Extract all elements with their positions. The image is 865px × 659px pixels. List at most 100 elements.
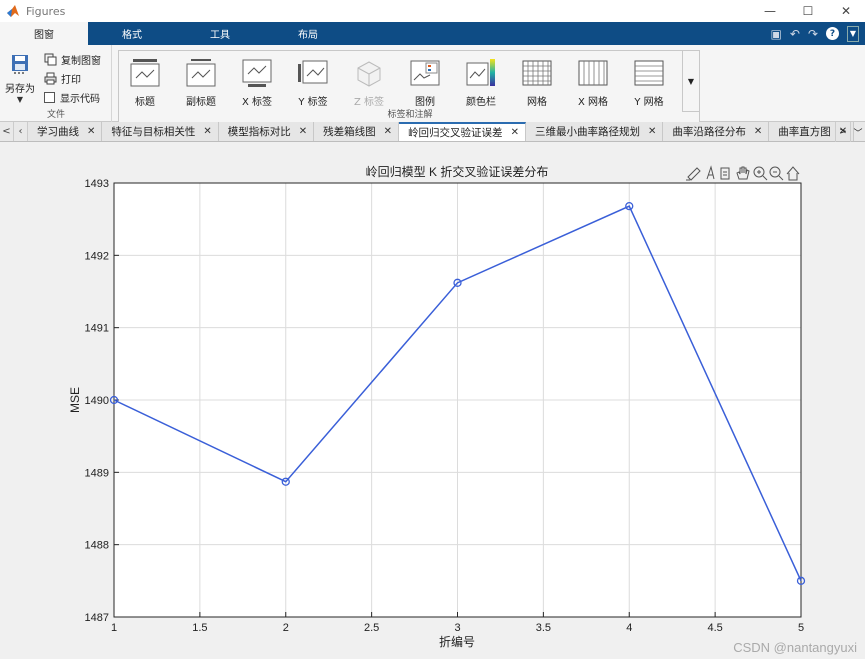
copy-icon — [44, 53, 57, 65]
y-tick-label: 1491 — [85, 323, 109, 335]
legend-button[interactable]: 图例 — [399, 55, 451, 108]
legend-button-label: 图例 — [415, 97, 435, 108]
x-tick-label: 1 — [111, 622, 117, 634]
figure-tab[interactable]: 曲率沿路径分布 ✕ — [663, 122, 770, 141]
tab-scroll-right-icon[interactable]: > — [835, 122, 850, 142]
chevron-down-icon: ▼ — [16, 95, 24, 104]
print-button[interactable]: 打印 — [44, 70, 81, 86]
figure-canvas: 1 1.5 2 2.5 3 3.5 4 4.5 5 1487 1488 1489 1490 1491 149… — [0, 143, 865, 659]
window-title: Figures — [26, 4, 66, 18]
figure-tab[interactable]: 特征与目标相关性 ✕ — [102, 122, 219, 141]
file-group-label: 文件 — [46, 110, 65, 120]
annotation-group: 标题 副标题 X 标签 Y 标签 Z 标签 图例 颜色栏 网格 X 网格 Y 网… — [118, 50, 700, 122]
ylabel-button[interactable]: Y 标签 — [287, 55, 339, 108]
x-tick-label: 3.5 — [536, 622, 551, 634]
save-as-icon — [12, 55, 28, 74]
copy-figure-label: 复制图窗 — [61, 55, 101, 67]
print-icon — [44, 72, 57, 84]
brush-icon[interactable] — [686, 167, 701, 181]
close-icon[interactable]: ✕ — [384, 126, 392, 137]
show-code-check[interactable] — [44, 91, 55, 103]
x-tick-label: 4 — [626, 622, 632, 634]
y-tick-label: 1492 — [85, 250, 109, 262]
close-icon[interactable]: ✕ — [203, 126, 211, 137]
grid-button[interactable]: 网格 — [511, 55, 563, 108]
figure-tab[interactable]: 残差箱线图 ✕ — [314, 122, 400, 141]
zoom-out-icon[interactable] — [769, 166, 784, 181]
close-icon[interactable]: ✕ — [511, 127, 519, 138]
maximize-button[interactable]: ☐ — [789, 0, 827, 22]
colorbar-button-label: 颜色栏 — [466, 97, 496, 108]
annotation-more-button[interactable]: ▼ — [682, 50, 700, 112]
zoom-in-icon[interactable] — [753, 166, 768, 181]
close-button[interactable]: ✕ — [827, 0, 865, 22]
figure-tab-label: 曲率沿路径分布 — [672, 126, 746, 138]
redo-icon[interactable]: ↷ — [808, 27, 818, 41]
subtitle-icon — [186, 59, 216, 87]
edit-plot-icon[interactable] — [720, 167, 730, 180]
close-icon[interactable]: ✕ — [299, 126, 307, 137]
figures-window: Figures — ☐ ✕ 图窗 格式 工具 布局 ▣ ↶ ↷ ? ▼ 另存为 … — [0, 0, 865, 659]
y-tick-label: 1489 — [85, 467, 109, 479]
x-tick-label: 1.5 — [192, 622, 207, 634]
home-icon[interactable] — [786, 166, 800, 181]
title-icon — [130, 59, 160, 87]
ylabel-button-label: Y 标签 — [298, 97, 328, 108]
undo-icon[interactable]: ↶ — [790, 27, 800, 41]
save-as-button[interactable]: 另存为 ▼ — [3, 51, 37, 104]
ribbon: 另存为 ▼ 复制图窗 打印 显示代码 文件 标题 副标题 X 标签 Y 标签 Z… — [0, 45, 865, 122]
x-tick-label: 4.5 — [707, 622, 722, 634]
ygrid-button-label: Y 网格 — [634, 97, 664, 108]
tab-list-dropdown-icon[interactable]: ﹀ — [850, 122, 865, 142]
title-button[interactable]: 标题 — [119, 55, 171, 108]
tab-figure[interactable]: 图窗 — [0, 22, 88, 45]
xgrid-icon — [578, 60, 608, 86]
figure-tab-list: 学习曲线 ✕ 特征与目标相关性 ✕ 模型指标对比 ✕ 残差箱线图 ✕ 岭回归交叉验证误差… — [28, 122, 855, 141]
tab-scroll-left-icon[interactable]: < — [0, 122, 14, 141]
x-tick-label: 5 — [798, 622, 804, 634]
matlab-logo-icon — [7, 5, 19, 17]
close-icon[interactable]: ✕ — [754, 126, 762, 137]
xlabel-button[interactable]: X 标签 — [231, 55, 283, 108]
tab-layout[interactable]: 布局 — [264, 22, 352, 45]
copy-figure-button[interactable]: 复制图窗 — [44, 51, 101, 67]
subtitle-button-label: 副标题 — [186, 97, 216, 108]
figure-tab[interactable]: 三维最小曲率路径规划 ✕ — [525, 122, 664, 141]
minimize-button[interactable]: — — [751, 0, 789, 22]
figure-tab-label: 学习曲线 — [37, 126, 79, 138]
tab-scroll-prev-icon[interactable]: ‹ — [14, 122, 28, 141]
figure-tab-active[interactable]: 岭回归交叉验证误差 ✕ — [399, 122, 526, 141]
title-button-label: 标题 — [135, 97, 155, 108]
save-icon[interactable]: ▣ — [771, 27, 782, 41]
help-icon[interactable]: ? — [826, 27, 839, 40]
subtitle-button[interactable]: 副标题 — [175, 55, 227, 108]
y-tick-label: 1487 — [85, 612, 109, 624]
tab-format[interactable]: 格式 — [88, 22, 176, 45]
grid-button-label: 网格 — [527, 97, 547, 108]
xlabel-icon — [242, 59, 272, 87]
ygrid-button[interactable]: Y 网格 — [623, 55, 675, 108]
title-bar: Figures — ☐ ✕ — [0, 0, 865, 22]
watermark: CSDN @nantangyuxi — [733, 640, 857, 655]
figure-tab[interactable]: 学习曲线 ✕ — [28, 122, 103, 141]
expand-toolbar-icon[interactable]: ▼ — [847, 25, 859, 42]
close-icon[interactable]: ✕ — [648, 126, 656, 137]
pan-icon[interactable] — [736, 166, 750, 180]
x-tick-label: 2 — [283, 622, 289, 634]
save-as-label: 另存为 — [5, 84, 35, 95]
tab-tools[interactable]: 工具 — [176, 22, 264, 45]
colorbar-button[interactable]: 颜色栏 — [455, 55, 507, 108]
xlabel-button-label: X 标签 — [241, 97, 273, 108]
y-tick-label: 1493 — [85, 178, 109, 190]
chart-title: 岭回归模型 K 折交叉验证误差分布 — [366, 164, 549, 179]
figure-tab-label: 岭回归交叉验证误差 — [408, 127, 503, 139]
data-tips-icon[interactable] — [706, 165, 715, 180]
figure-tab[interactable]: 模型指标对比 ✕ — [218, 122, 315, 141]
file-group: 另存为 ▼ 复制图窗 打印 显示代码 文件 — [0, 45, 112, 122]
y-tick-label: 1490 — [85, 395, 109, 407]
show-code-checkbox[interactable]: 显示代码 — [44, 89, 100, 105]
close-icon[interactable]: ✕ — [87, 126, 95, 137]
xgrid-button[interactable]: X 网格 — [567, 55, 619, 108]
figure-tab-label: 三维最小曲率路径规划 — [534, 126, 640, 138]
grid-icon — [522, 60, 552, 86]
